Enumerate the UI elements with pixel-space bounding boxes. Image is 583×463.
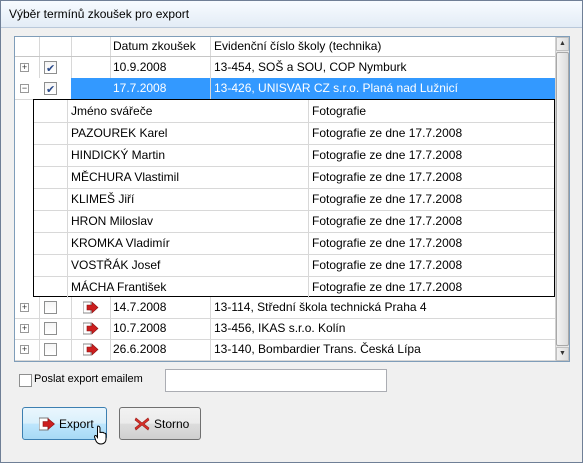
export-arrow-icon <box>83 301 99 314</box>
school-name: 13-456, IKAS s.r.o. Kolín <box>214 321 346 335</box>
scroll-up-icon[interactable]: ▲ <box>556 37 569 51</box>
photo-link[interactable]: Fotografie ze dne 17.7.2008 <box>309 276 554 298</box>
photo-link[interactable]: Fotografie ze dne 17.7.2008 <box>309 210 554 232</box>
welder-name: HRON Miloslav <box>68 210 309 232</box>
exam-grid[interactable]: Datum zkoušek Evidenční číslo školy (tec… <box>14 36 570 362</box>
expand-icon[interactable]: + <box>20 345 29 354</box>
photo-link[interactable]: Fotografie ze dne 17.7.2008 <box>309 254 554 276</box>
photo-link[interactable]: Fotografie ze dne 17.7.2008 <box>309 122 554 144</box>
title-bar: Výběr termínů zkoušek pro export <box>1 1 582 28</box>
detail-header: Jméno svářeče Fotografie <box>34 100 554 123</box>
row-checkbox[interactable] <box>44 343 57 356</box>
detail-row[interactable]: MĚCHURA Vlastimil Fotografie ze dne 17.7… <box>34 166 554 189</box>
table-row[interactable]: + 14.7.2008 13-114, Střední škola techni… <box>15 297 556 319</box>
scroll-down-icon[interactable]: ▼ <box>556 347 569 361</box>
window-title: Výběr termínů zkoušek pro export <box>9 7 190 21</box>
welder-name: MĚCHURA Vlastimil <box>68 166 309 188</box>
photo-link[interactable]: Fotografie ze dne 17.7.2008 <box>309 144 554 166</box>
detail-row[interactable]: HINDICKÝ Martin Fotografie ze dne 17.7.2… <box>34 144 554 167</box>
photo-link[interactable]: Fotografie ze dne 17.7.2008 <box>309 188 554 210</box>
exam-date: 10.7.2008 <box>110 318 211 339</box>
column-header-welder[interactable]: Jméno svářeče <box>68 100 309 122</box>
export-arrow-icon <box>83 322 99 335</box>
detail-row[interactable]: MÁCHA František Fotografie ze dne 17.7.2… <box>34 276 554 298</box>
welder-name: VOSTŘÁK Josef <box>68 254 309 276</box>
detail-row[interactable]: KROMKA Vladimír Fotografie ze dne 17.7.2… <box>34 232 554 255</box>
cancel-button[interactable]: Storno <box>119 407 201 440</box>
email-input[interactable] <box>165 369 387 392</box>
email-checkbox[interactable] <box>19 374 32 387</box>
table-row[interactable]: + 10.7.2008 13-456, IKAS s.r.o. Kolín <box>15 318 556 340</box>
welder-name: MÁCHA František <box>68 276 309 298</box>
exam-date: 10.9.2008 <box>110 57 211 78</box>
export-arrow-icon <box>39 417 55 431</box>
row-checkbox[interactable] <box>44 322 57 335</box>
vertical-scrollbar[interactable]: ▲ ▼ <box>555 37 569 361</box>
school-name: 13-454, SOŠ a SOU, COP Nymburk <box>214 60 407 74</box>
detail-row[interactable]: VOSTŘÁK Josef Fotografie ze dne 17.7.200… <box>34 254 554 277</box>
export-button-label: Export <box>59 417 94 431</box>
welder-name: HINDICKÝ Martin <box>68 144 309 166</box>
welder-name: KROMKA Vladimír <box>68 232 309 254</box>
scrollbar-thumb[interactable] <box>556 52 569 346</box>
collapse-icon[interactable]: − <box>20 84 29 93</box>
exam-date: 14.7.2008 <box>110 297 211 318</box>
column-header-icon <box>71 37 111 56</box>
row-checkbox[interactable] <box>44 59 57 78</box>
detail-row[interactable]: KLIMEŠ Jiří Fotografie ze dne 17.7.2008 <box>34 188 554 211</box>
row-checkbox[interactable] <box>44 80 57 99</box>
expand-icon[interactable]: + <box>20 324 29 333</box>
column-header-check <box>39 37 72 56</box>
expand-icon[interactable]: + <box>20 63 29 72</box>
column-header-school[interactable]: Evidenční číslo školy (technika) <box>211 37 556 56</box>
school-name: 13-114, Střední škola technická Praha 4 <box>214 300 427 314</box>
welder-name: KLIMEŠ Jiří <box>68 188 309 210</box>
column-header-date[interactable]: Datum zkoušek <box>110 37 211 56</box>
cancel-button-label: Storno <box>154 417 190 431</box>
table-row[interactable]: + 26.6.2008 13-140, Bombardier Trans. Če… <box>15 339 556 361</box>
exam-date: 17.7.2008 <box>110 78 211 99</box>
welder-name: PAZOUREK Karel <box>68 122 309 144</box>
photo-link[interactable]: Fotografie ze dne 17.7.2008 <box>309 166 554 188</box>
export-arrow-icon <box>83 343 99 356</box>
grid-header: Datum zkoušek Evidenční číslo školy (tec… <box>15 37 556 57</box>
close-icon <box>134 417 150 431</box>
dialog-window: Výběr termínů zkoušek pro export Datum z… <box>0 0 583 463</box>
row-checkbox[interactable] <box>44 301 57 314</box>
school-name: 13-426, UNISVAR CZ s.r.o. Planá nad Lužn… <box>211 78 556 99</box>
detail-row[interactable]: PAZOUREK Karel Fotografie ze dne 17.7.20… <box>34 122 554 145</box>
expand-icon[interactable]: + <box>20 303 29 312</box>
column-header-photo[interactable]: Fotografie <box>309 100 554 122</box>
school-name: 13-140, Bombardier Trans. Česká Lípa <box>214 342 421 356</box>
detail-row[interactable]: HRON Miloslav Fotografie ze dne 17.7.200… <box>34 210 554 233</box>
exam-date: 26.6.2008 <box>110 339 211 360</box>
column-header-expand <box>15 37 40 56</box>
table-row[interactable]: + 10.9.2008 13-454, SOŠ a SOU, COP Nymbu… <box>15 57 556 79</box>
welder-detail-grid[interactable]: Jméno svářeče Fotografie PAZOUREK Karel … <box>33 99 555 298</box>
table-row-selected[interactable]: − 17.7.2008 13-426, UNISVAR CZ s.r.o. Pl… <box>15 78 556 100</box>
photo-link[interactable]: Fotografie ze dne 17.7.2008 <box>309 232 554 254</box>
email-checkbox-label[interactable]: Poslat export emailem <box>34 372 143 387</box>
mouse-cursor-icon <box>94 425 107 445</box>
